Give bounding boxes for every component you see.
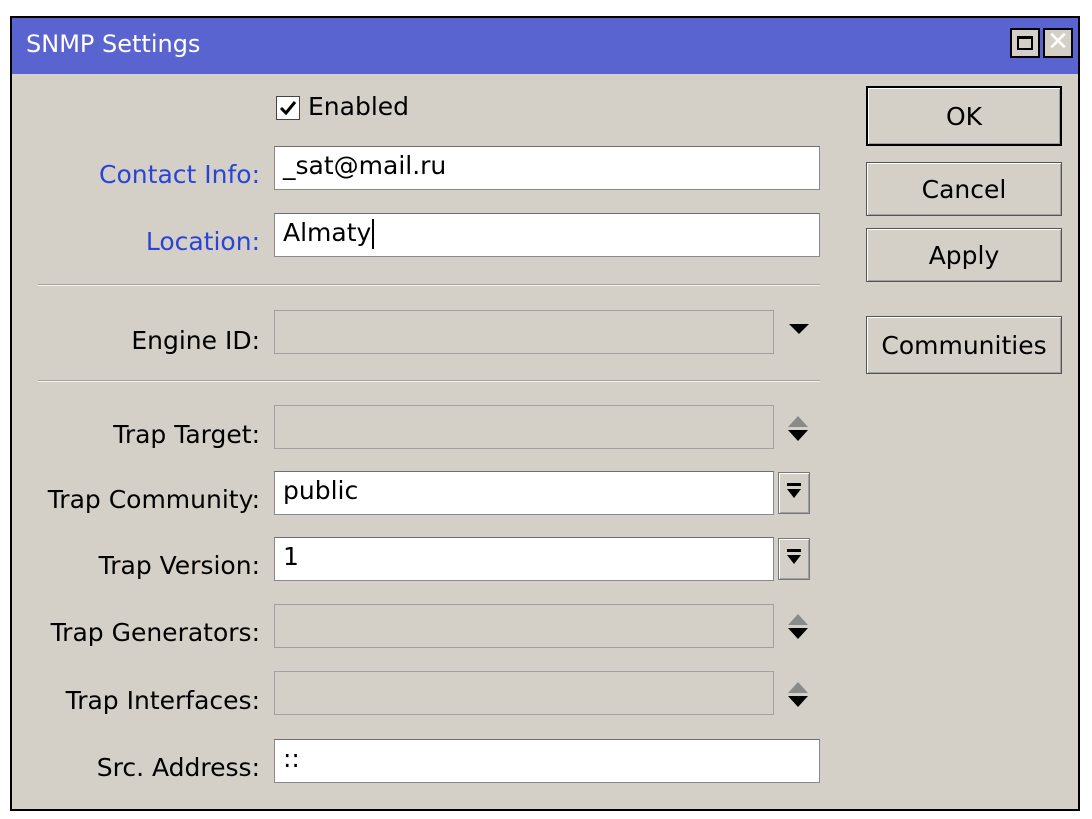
maximize-button[interactable] (1010, 28, 1040, 58)
contact-info-label: Contact Info: (99, 160, 260, 189)
close-icon: ✕ (1047, 27, 1069, 57)
close-button[interactable]: ✕ (1043, 28, 1073, 58)
text-cursor (372, 219, 375, 249)
trap-community-input[interactable]: public (274, 471, 774, 515)
trap-target-label: Trap Target: (113, 420, 260, 449)
trap-community-dropdown-button[interactable] (778, 472, 810, 514)
window-title: SNMP Settings (26, 30, 201, 58)
checkmark-icon (279, 101, 297, 116)
location-value: Almaty (283, 218, 372, 247)
engine-id-label: Engine ID: (131, 326, 260, 355)
contact-info-value: _sat@mail.ru (283, 151, 447, 180)
trap-target-input[interactable] (274, 405, 774, 449)
contact-info-input[interactable]: _sat@mail.ru (274, 146, 820, 190)
trap-generators-spin-icon[interactable] (787, 612, 809, 642)
ok-button[interactable]: OK (866, 86, 1062, 146)
engine-id-input[interactable] (274, 310, 774, 354)
trap-version-dropdown-button[interactable] (778, 538, 810, 580)
trap-generators-label: Trap Generators: (50, 618, 260, 647)
communities-button[interactable]: Communities (866, 316, 1062, 374)
trap-community-value: public (283, 476, 359, 505)
trap-version-input[interactable]: 1 (274, 537, 774, 581)
dropdown-arrow-icon (787, 489, 801, 498)
trap-interfaces-label: Trap Interfaces: (65, 686, 260, 715)
cancel-button[interactable]: Cancel (866, 162, 1062, 216)
trap-generators-input[interactable] (274, 604, 774, 648)
ok-button-label: OK (945, 101, 983, 131)
snmp-settings-dialog: SNMP Settings ✕ Enabled Contact Info: _s… (10, 16, 1080, 811)
title-bar[interactable]: SNMP Settings ✕ (12, 18, 1078, 74)
separator-2 (38, 380, 820, 382)
src-address-label: Src. Address: (96, 753, 260, 782)
engine-id-dropdown-icon[interactable] (789, 324, 809, 334)
apply-button[interactable]: Apply (866, 228, 1062, 282)
trap-interfaces-input[interactable] (274, 671, 774, 715)
location-label: Location: (145, 227, 260, 256)
trap-interfaces-spin-icon[interactable] (787, 680, 809, 710)
enabled-checkbox[interactable] (276, 96, 300, 120)
apply-button-label: Apply (928, 240, 1000, 270)
src-address-input[interactable]: :: (274, 739, 820, 783)
separator-1 (38, 284, 820, 286)
src-address-value: :: (283, 744, 300, 773)
trap-community-label: Trap Community: (47, 485, 260, 514)
location-input[interactable]: Almaty (274, 213, 820, 257)
trap-version-label: Trap Version: (98, 551, 260, 580)
enabled-label: Enabled (308, 92, 410, 121)
trap-target-spin-icon[interactable] (787, 414, 809, 444)
communities-button-label: Communities (881, 330, 1047, 360)
maximize-icon (1017, 36, 1033, 50)
trap-version-value: 1 (283, 542, 299, 571)
dropdown-arrow-icon (787, 555, 801, 564)
cancel-button-label: Cancel (921, 174, 1007, 204)
